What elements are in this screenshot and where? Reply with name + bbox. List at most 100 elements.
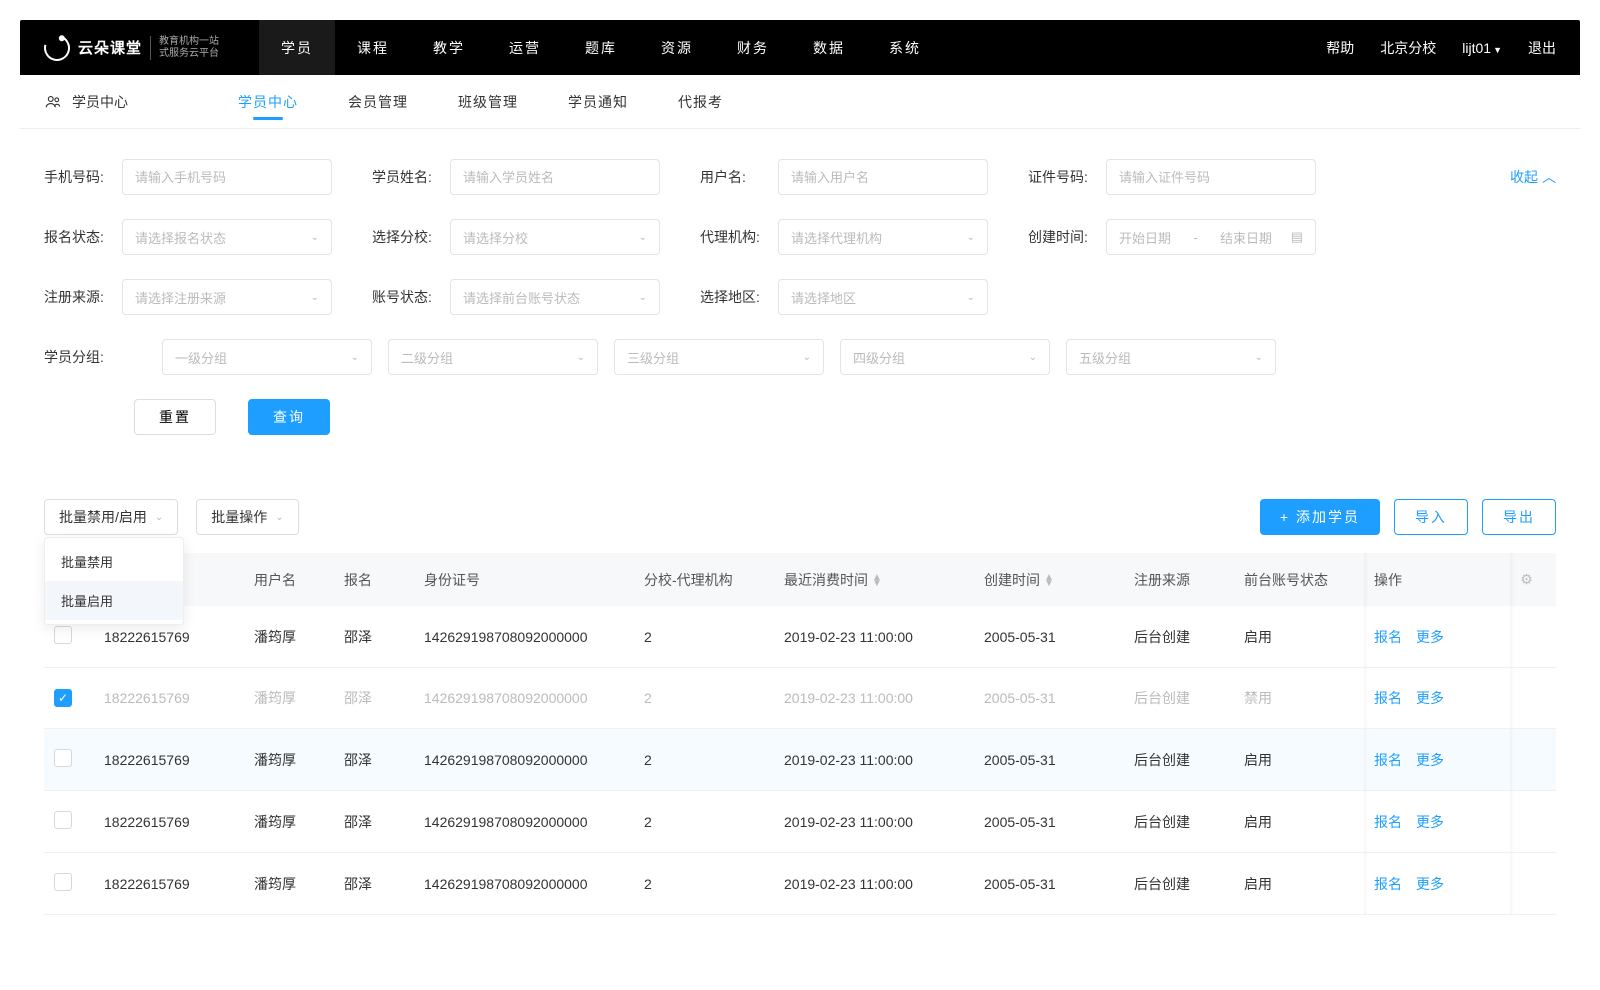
subnav-item-0[interactable]: 学员中心 — [238, 76, 298, 128]
cell: 潘筠厚 — [244, 606, 334, 668]
batch-menu-option-0[interactable]: 批量禁用 — [45, 542, 183, 581]
cell: 报名更多 — [1364, 606, 1510, 668]
cell: 后台创建 — [1124, 791, 1234, 853]
help-link[interactable]: 帮助 — [1326, 38, 1354, 58]
group-level-5-select[interactable]: 五级分组⌄ — [1066, 339, 1276, 375]
export-button[interactable]: 导出 — [1482, 499, 1556, 535]
subnav-item-1[interactable]: 会员管理 — [348, 76, 408, 128]
nav-item-4[interactable]: 题库 — [563, 20, 639, 75]
cell — [44, 853, 94, 915]
col-header-6: 最近消费时间▲▼ — [774, 553, 974, 606]
row-signup-link[interactable]: 报名 — [1374, 752, 1402, 768]
cell: 2005-05-31 — [974, 729, 1124, 791]
row-signup-link[interactable]: 报名 — [1374, 690, 1402, 706]
sub-title: 学员中心 — [44, 92, 128, 112]
cell: 2 — [634, 606, 774, 668]
username-input[interactable] — [778, 159, 988, 195]
nav-item-7[interactable]: 数据 — [791, 20, 867, 75]
row-checkbox[interactable] — [54, 626, 72, 644]
acctstatus-select[interactable]: 请选择前台账号状态⌄ — [450, 279, 660, 315]
name-input[interactable] — [450, 159, 660, 195]
cell: 2005-05-31 — [974, 668, 1124, 729]
branch-link[interactable]: 北京分校 — [1380, 38, 1436, 58]
cell: 142629198708092000000 — [414, 791, 634, 853]
nav-item-8[interactable]: 系统 — [867, 20, 943, 75]
group-label: 学员分组: — [44, 347, 122, 367]
cell: 18222615769 — [94, 668, 244, 729]
import-button[interactable]: 导入 — [1394, 499, 1468, 535]
subnav-item-3[interactable]: 学员通知 — [568, 76, 628, 128]
subnav-item-4[interactable]: 代报考 — [678, 76, 723, 128]
table-row: 18222615769潘筠厚邵泽142629198708092000000220… — [44, 853, 1556, 915]
sort-icon[interactable]: ▲▼ — [872, 575, 882, 587]
regsrc-select[interactable]: 请选择注册来源⌄ — [122, 279, 332, 315]
nav-item-0[interactable]: 学员 — [259, 20, 335, 75]
cell: 142629198708092000000 — [414, 853, 634, 915]
agent-select[interactable]: 请选择代理机构⌄ — [778, 219, 988, 255]
sort-icon[interactable]: ▲▼ — [1044, 575, 1054, 587]
cell: 2 — [634, 729, 774, 791]
cell: 2 — [634, 791, 774, 853]
nav-item-3[interactable]: 运营 — [487, 20, 563, 75]
nav-item-5[interactable]: 资源 — [639, 20, 715, 75]
row-signup-link[interactable]: 报名 — [1374, 629, 1402, 645]
user-menu[interactable]: lijt01▼ — [1462, 40, 1502, 56]
cell: 2019-02-23 11:00:00 — [774, 791, 974, 853]
created-daterange[interactable]: 开始日期 - 结束日期▤ — [1106, 219, 1316, 255]
group-level-2-select[interactable]: 二级分组⌄ — [388, 339, 598, 375]
row-signup-link[interactable]: 报名 — [1374, 814, 1402, 830]
branch-select[interactable]: 请选择分校⌄ — [450, 219, 660, 255]
topbar: 云朵课堂 教育机构一站 式服务云平台 学员课程教学运营题库资源财务数据系统 帮助… — [20, 20, 1580, 75]
row-more-link[interactable]: 更多 — [1416, 690, 1444, 706]
row-checkbox[interactable] — [54, 749, 72, 767]
cell: 启用 — [1234, 853, 1364, 915]
cell: 报名更多 — [1364, 729, 1510, 791]
row-more-link[interactable]: 更多 — [1416, 814, 1444, 830]
add-student-button[interactable]: + 添加学员 — [1260, 499, 1380, 535]
group-level-1-select[interactable]: 一级分组⌄ — [162, 339, 372, 375]
cell: 启用 — [1234, 791, 1364, 853]
cell: 潘筠厚 — [244, 668, 334, 729]
search-button[interactable]: 查询 — [248, 399, 330, 435]
group-level-4-select[interactable]: 四级分组⌄ — [840, 339, 1050, 375]
row-more-link[interactable]: 更多 — [1416, 876, 1444, 892]
batch-ops-dropdown[interactable]: 批量操作⌄ — [196, 499, 298, 535]
chevron-down-icon: ⌄ — [1029, 352, 1037, 363]
sub-nav: 学员中心会员管理班级管理学员通知 代报考 — [238, 76, 723, 128]
chevron-down-icon: ⌄ — [311, 232, 319, 243]
row-checkbox[interactable]: ✓ — [54, 689, 72, 707]
signup-status-select[interactable]: 请选择报名状态⌄ — [122, 219, 332, 255]
row-more-link[interactable]: 更多 — [1416, 629, 1444, 645]
reset-button[interactable]: 重置 — [134, 399, 216, 435]
brand-name: 云朵课堂 — [78, 37, 142, 58]
cell: 2 — [634, 668, 774, 729]
nav-item-1[interactable]: 课程 — [335, 20, 411, 75]
batch-toggle-dropdown[interactable]: 批量禁用/启用⌄ — [44, 499, 178, 535]
cell: 后台创建 — [1124, 729, 1234, 791]
col-header-9: 前台账号状态 — [1234, 553, 1364, 606]
area-select[interactable]: 请选择地区⌄ — [778, 279, 988, 315]
table-row: 18222615769潘筠厚邵泽142629198708092000000220… — [44, 729, 1556, 791]
row-signup-link[interactable]: 报名 — [1374, 876, 1402, 892]
cell — [44, 729, 94, 791]
row-checkbox[interactable] — [54, 811, 72, 829]
nav-item-2[interactable]: 教学 — [411, 20, 487, 75]
batch-menu-option-1[interactable]: 批量启用 — [45, 581, 183, 620]
cell: 142629198708092000000 — [414, 729, 634, 791]
cell: 后台创建 — [1124, 606, 1234, 668]
cell — [1510, 606, 1556, 668]
logout-link[interactable]: 退出 — [1528, 38, 1556, 58]
subnav-item-2[interactable]: 班级管理 — [458, 76, 518, 128]
collapse-toggle[interactable]: 收起︿ — [1510, 167, 1556, 187]
phone-input[interactable] — [122, 159, 332, 195]
cell: 2019-02-23 11:00:00 — [774, 853, 974, 915]
row-checkbox[interactable] — [54, 873, 72, 891]
row-more-link[interactable]: 更多 — [1416, 752, 1444, 768]
cell: 报名更多 — [1364, 668, 1510, 729]
cell: ✓ — [44, 668, 94, 729]
main-nav: 学员课程教学运营题库资源财务数据系统 — [259, 20, 1326, 75]
idno-input[interactable] — [1106, 159, 1316, 195]
gear-icon[interactable]: ⚙ — [1520, 571, 1533, 587]
nav-item-6[interactable]: 财务 — [715, 20, 791, 75]
group-level-3-select[interactable]: 三级分组⌄ — [614, 339, 824, 375]
